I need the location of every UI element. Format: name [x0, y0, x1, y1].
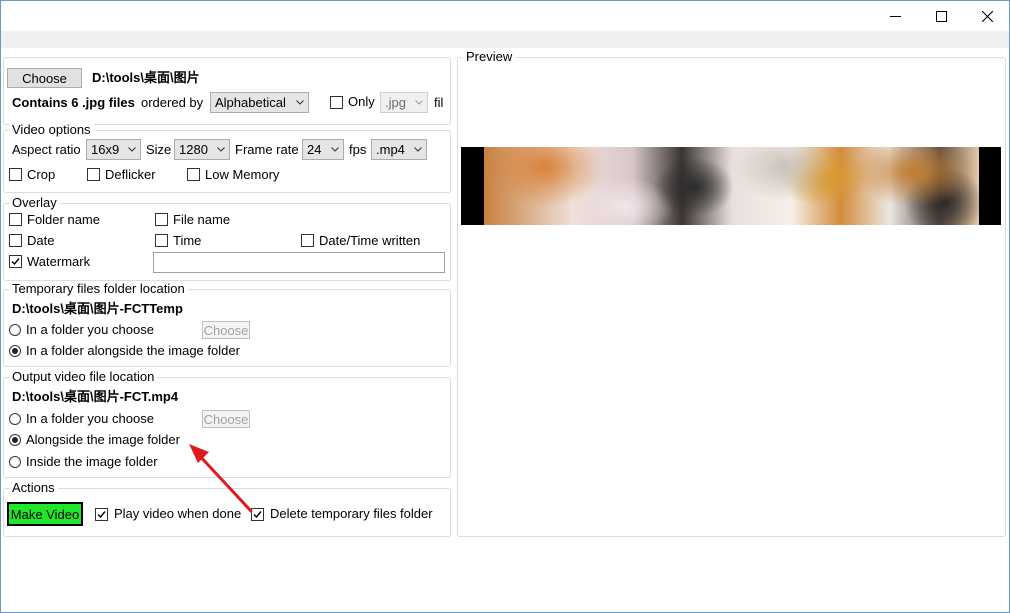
output-choose-label: In a folder you choose	[26, 411, 154, 426]
make-video-button[interactable]: Make Video	[7, 502, 83, 526]
output-choose-radio[interactable]	[9, 413, 21, 425]
close-button[interactable]	[964, 1, 1010, 31]
watermark-input[interactable]	[153, 252, 445, 273]
choose-images-button[interactable]: Choose	[7, 68, 82, 88]
overlay-title: Overlay	[9, 195, 60, 211]
chevron-down-icon	[414, 140, 422, 159]
format-select[interactable]: .mp4	[371, 139, 427, 160]
file-name-label: File name	[173, 212, 231, 227]
delete-temp-label: Delete temporary files folder	[270, 506, 433, 521]
extension-select-value: .jpg	[385, 95, 406, 110]
images-folder-path: D:\tools\桌面\图片	[92, 70, 200, 85]
frame-rate-value: 24	[307, 142, 322, 157]
maximize-button[interactable]	[918, 1, 964, 31]
file-name-checkbox[interactable]	[155, 213, 168, 226]
size-value: 1280	[179, 142, 208, 157]
checkmark-icon	[97, 511, 106, 519]
watermark-label: Watermark	[27, 254, 91, 269]
watermark-checkbox[interactable]	[9, 255, 22, 268]
extension-select[interactable]: .jpg	[380, 92, 428, 113]
title-bar	[1, 1, 1009, 31]
minimize-icon	[889, 15, 901, 17]
temp-alongside-radio[interactable]	[9, 345, 21, 357]
date-checkbox[interactable]	[9, 234, 22, 247]
play-when-done-checkbox[interactable]	[95, 508, 108, 521]
frame-rate-select[interactable]: 24	[302, 139, 344, 160]
order-select[interactable]: Alphabetical	[210, 92, 309, 113]
chevron-down-icon	[128, 140, 136, 159]
temp-choose-radio[interactable]	[9, 324, 21, 336]
close-icon	[981, 10, 993, 22]
time-label: Time	[173, 233, 202, 248]
minimize-button[interactable]	[872, 1, 918, 31]
checkmark-icon	[11, 258, 20, 266]
format-value: .mp4	[376, 142, 405, 157]
size-label: Size	[146, 142, 172, 157]
chevron-down-icon	[415, 93, 423, 112]
preview-group: Preview	[457, 49, 1006, 537]
datetime-written-label: Date/Time written	[319, 233, 421, 248]
radio-dot	[12, 437, 18, 443]
crop-label: Crop	[27, 167, 56, 182]
folder-name-label: Folder name	[27, 212, 100, 227]
actions-title: Actions	[9, 480, 58, 496]
output-alongside-label: Alongside the image folder	[26, 432, 180, 447]
chevron-down-icon	[217, 140, 225, 159]
ordered-by-label: ordered by	[141, 95, 204, 110]
date-label: Date	[27, 233, 55, 248]
only-checkbox[interactable]	[330, 96, 343, 109]
temp-folder-path: D:\tools\桌面\图片-FCTTemp	[12, 301, 183, 316]
order-select-value: Alphabetical	[215, 95, 286, 110]
temp-alongside-label: In a folder alongside the image folder	[26, 343, 240, 358]
crop-checkbox[interactable]	[9, 168, 22, 181]
folder-name-checkbox[interactable]	[9, 213, 22, 226]
temp-folder-title: Temporary files folder location	[9, 281, 188, 297]
output-inside-radio[interactable]	[9, 456, 21, 468]
low-memory-checkbox[interactable]	[187, 168, 200, 181]
datetime-written-checkbox[interactable]	[301, 234, 314, 247]
chevron-down-icon	[331, 140, 339, 159]
deflicker-checkbox[interactable]	[87, 168, 100, 181]
size-select[interactable]: 1280	[174, 139, 230, 160]
deflicker-label: Deflicker	[105, 167, 156, 182]
menu-strip	[1, 31, 1009, 48]
radio-dot	[12, 348, 18, 354]
only-label: Only	[348, 94, 375, 109]
fil-label: fil	[434, 95, 444, 110]
aspect-ratio-label: Aspect ratio	[12, 142, 81, 157]
output-title: Output video file location	[9, 369, 158, 385]
frame-rate-label: Frame rate	[235, 142, 299, 157]
aspect-ratio-value: 16x9	[91, 142, 120, 157]
images-count-text: Contains 6 .jpg files	[12, 95, 135, 110]
chevron-down-icon	[296, 93, 304, 112]
output-choose-button[interactable]: Choose	[202, 410, 250, 428]
output-file-path: D:\tools\桌面\图片-FCT.mp4	[12, 389, 179, 404]
preview-title: Preview	[463, 49, 516, 65]
video-options-title: Video options	[9, 122, 94, 138]
fps-label: fps	[349, 142, 367, 157]
temp-choose-label: In a folder you choose	[26, 322, 154, 337]
maximize-icon	[935, 10, 947, 22]
annotation-arrow-icon	[189, 444, 253, 513]
output-alongside-radio[interactable]	[9, 434, 21, 446]
preview-image-strip	[461, 147, 1001, 225]
preview-image	[484, 147, 979, 225]
temp-choose-button[interactable]: Choose	[202, 321, 250, 339]
low-memory-label: Low Memory	[205, 167, 280, 182]
aspect-ratio-select[interactable]: 16x9	[86, 139, 141, 160]
time-checkbox[interactable]	[155, 234, 168, 247]
output-inside-label: Inside the image folder	[26, 454, 158, 469]
